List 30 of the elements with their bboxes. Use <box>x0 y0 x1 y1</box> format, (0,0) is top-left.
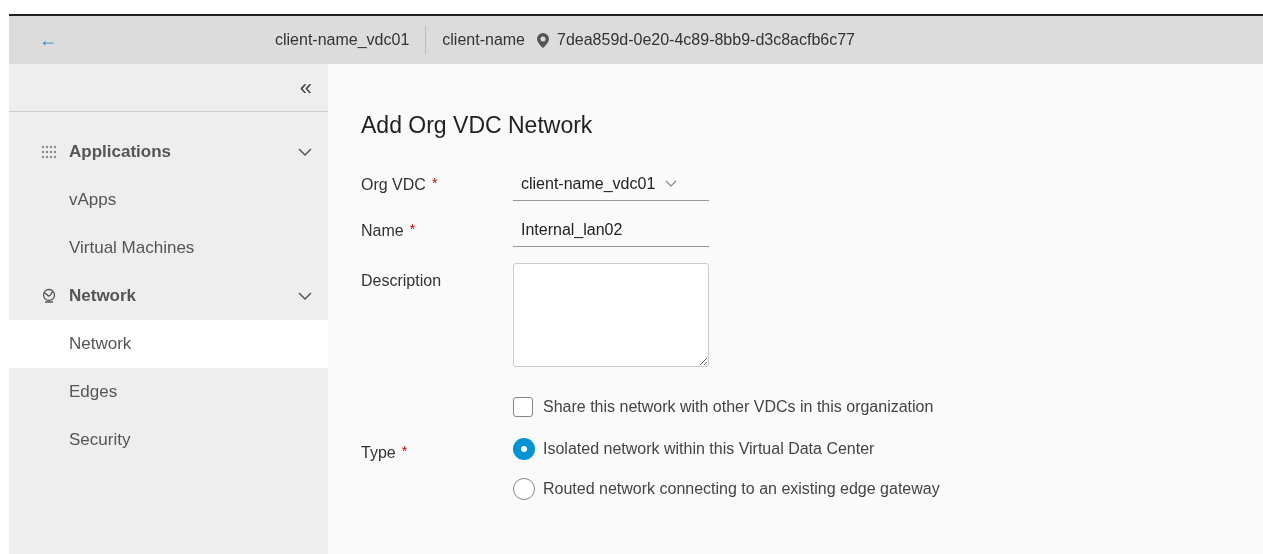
field-label: Description <box>361 270 442 291</box>
sidebar-item[interactable]: Security <box>9 416 328 464</box>
org-name: client-name <box>442 30 525 50</box>
group-header[interactable]: Applications <box>9 128 328 176</box>
field-label: Org VDC <box>361 174 426 195</box>
radio-button[interactable] <box>513 437 535 460</box>
text-field[interactable]: Internal_lan02 <box>513 214 709 247</box>
id-text: 7dea859d-0e20-4c89-8bb9-d3c8acfb6c77 <box>557 30 855 50</box>
required-mark: * <box>409 219 416 239</box>
radio-button[interactable] <box>513 477 535 500</box>
radio-label: Routed network connecting to an existing edge gateway <box>543 478 940 499</box>
sidebar-item[interactable]: vApps <box>9 176 328 224</box>
group-header[interactable]: Network <box>9 272 328 320</box>
checkbox[interactable] <box>513 396 533 417</box>
required-mark: * <box>431 173 438 193</box>
field-label: Name <box>361 220 404 241</box>
sidebar-item[interactable]: Network <box>9 320 328 368</box>
required-mark: * <box>401 441 408 461</box>
radio-label: Isolated network within this Virtual Data Center <box>543 438 875 459</box>
location-pin-icon <box>537 32 549 48</box>
sidebar-item[interactable]: Edges <box>9 368 328 416</box>
checkbox-label: Share this network with other VDCs in this organization <box>543 396 934 417</box>
sidebar-item[interactable]: Virtual Machines <box>9 224 328 272</box>
description-field[interactable] <box>513 262 709 367</box>
caret-icon <box>665 180 678 188</box>
vdc-name: client-name_vdc01 <box>275 30 410 50</box>
page-title: Add Org VDC Network <box>361 111 594 140</box>
collapse-button[interactable]: « <box>299 76 312 99</box>
field-label: Type <box>361 442 396 463</box>
select-field[interactable]: client-name_vdc01 <box>513 168 709 201</box>
